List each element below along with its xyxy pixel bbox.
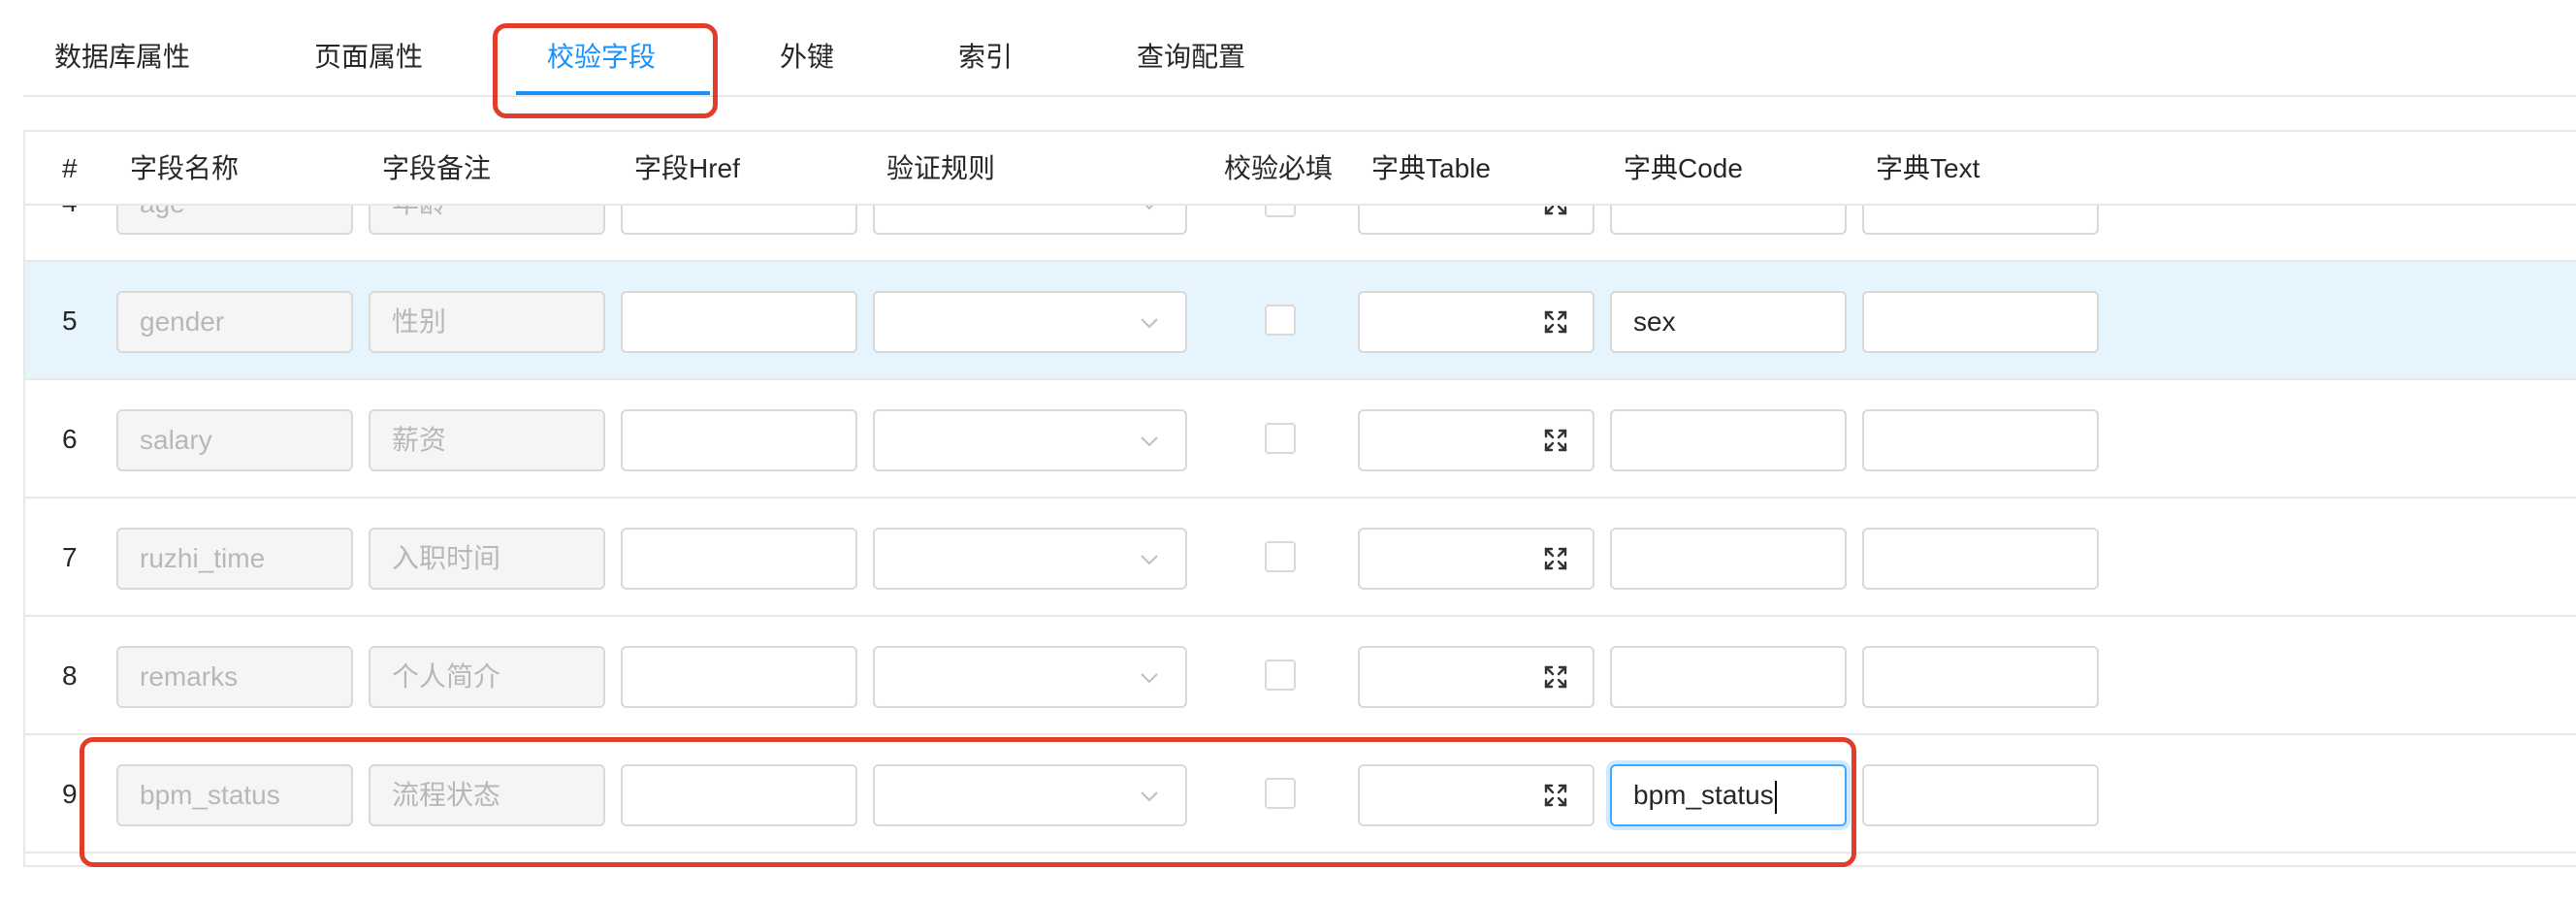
field-name-input: age bbox=[116, 206, 353, 235]
validation-rule-select[interactable] bbox=[873, 646, 1187, 708]
dict-code-value: bpm_status bbox=[1633, 780, 1774, 810]
table-row[interactable]: 9 bpm_status 流程状态 bpm_status bbox=[25, 735, 2576, 854]
expand-icon[interactable] bbox=[1542, 545, 1569, 572]
field-href-input[interactable] bbox=[621, 409, 857, 471]
field-href-input[interactable] bbox=[621, 646, 857, 708]
row-index: 6 bbox=[62, 424, 78, 454]
expand-icon[interactable] bbox=[1542, 308, 1569, 336]
dict-code-value: sex bbox=[1633, 306, 1676, 337]
required-checkbox[interactable] bbox=[1265, 206, 1296, 217]
dict-text-input[interactable] bbox=[1862, 646, 2099, 708]
required-checkbox[interactable] bbox=[1265, 660, 1296, 691]
field-comment-input: 流程状态 bbox=[369, 764, 605, 826]
field-name-input: salary bbox=[116, 409, 353, 471]
table-header: # 字段名称 字段备注 字段Href 验证规则 校验必填 字典Table 字典C… bbox=[25, 132, 2576, 206]
chevron-down-icon bbox=[1141, 318, 1158, 329]
expand-icon[interactable] bbox=[1542, 427, 1569, 454]
chevron-down-icon bbox=[1141, 791, 1158, 802]
dict-text-input[interactable] bbox=[1862, 409, 2099, 471]
tab-page-properties[interactable]: 页面属性 bbox=[314, 37, 423, 78]
required-checkbox[interactable] bbox=[1265, 541, 1296, 572]
field-href-input[interactable] bbox=[621, 764, 857, 826]
field-name-input: remarks bbox=[116, 646, 353, 708]
table-row[interactable]: 8 remarks 个人简介 bbox=[25, 617, 2576, 735]
text-caret bbox=[1774, 780, 1777, 814]
row-index: 9 bbox=[62, 779, 78, 809]
table-row[interactable]: 6 salary 薪资 bbox=[25, 380, 2576, 499]
row-index: 5 bbox=[62, 306, 78, 336]
fields-table: # 字段名称 字段备注 字段Href 验证规则 校验必填 字典Table 字典C… bbox=[23, 130, 2576, 867]
dict-table-input[interactable] bbox=[1358, 646, 1594, 708]
validation-rule-select[interactable] bbox=[873, 528, 1187, 590]
page: 数据库属性 页面属性 校验字段 外键 索引 查询配置 # 字段名称 字段备注 字… bbox=[0, 0, 2576, 902]
active-tab-indicator bbox=[516, 91, 710, 95]
validation-rule-select[interactable] bbox=[873, 409, 1187, 471]
table-row[interactable]: 4 age 年龄 bbox=[25, 206, 2576, 262]
dict-text-input[interactable] bbox=[1862, 764, 2099, 826]
col-header-index: # bbox=[62, 153, 78, 183]
tab-query-config[interactable]: 查询配置 bbox=[1137, 37, 1245, 78]
dict-text-input[interactable] bbox=[1862, 528, 2099, 590]
dict-code-input[interactable] bbox=[1610, 646, 1847, 708]
table-row[interactable]: 7 ruzhi_time 入职时间 bbox=[25, 499, 2576, 617]
col-header-dict-table: 字典Table bbox=[1371, 153, 1491, 183]
field-comment-input: 性别 bbox=[369, 291, 605, 353]
dict-table-input[interactable] bbox=[1358, 528, 1594, 590]
field-name-input: bpm_status bbox=[116, 764, 353, 826]
field-comment-input: 入职时间 bbox=[369, 528, 605, 590]
chevron-down-icon bbox=[1141, 436, 1158, 447]
chevron-down-icon bbox=[1141, 555, 1158, 565]
table-body: 4 age 年龄 bbox=[25, 206, 2576, 865]
validation-rule-select[interactable] bbox=[873, 291, 1187, 353]
row-index: 8 bbox=[62, 660, 78, 691]
dict-table-input[interactable] bbox=[1358, 291, 1594, 353]
table-row[interactable]: 5 gender 性别 sex bbox=[25, 262, 2576, 380]
dict-code-input[interactable] bbox=[1610, 409, 1847, 471]
validation-rule-select[interactable] bbox=[873, 764, 1187, 826]
field-comment-input: 个人简介 bbox=[369, 646, 605, 708]
row-index: 7 bbox=[62, 542, 78, 572]
dict-code-input[interactable] bbox=[1610, 528, 1847, 590]
required-checkbox[interactable] bbox=[1265, 305, 1296, 336]
col-header-required: 校验必填 bbox=[1224, 153, 1334, 183]
dict-code-input[interactable]: sex bbox=[1610, 291, 1847, 353]
col-header-field-comment: 字段备注 bbox=[382, 153, 492, 183]
dict-text-input[interactable] bbox=[1862, 206, 2099, 235]
field-href-input[interactable] bbox=[621, 291, 857, 353]
field-comment-input: 年龄 bbox=[369, 206, 605, 235]
expand-icon[interactable] bbox=[1542, 206, 1569, 217]
dict-table-input[interactable] bbox=[1358, 764, 1594, 826]
field-href-input[interactable] bbox=[621, 528, 857, 590]
col-header-validation-rule: 验证规则 bbox=[886, 153, 996, 183]
col-header-field-name: 字段名称 bbox=[130, 153, 240, 183]
dict-text-input[interactable] bbox=[1862, 291, 2099, 353]
dict-table-input[interactable] bbox=[1358, 206, 1594, 235]
chevron-down-icon bbox=[1141, 673, 1158, 684]
required-checkbox[interactable] bbox=[1265, 423, 1296, 454]
field-name-input: ruzhi_time bbox=[116, 528, 353, 590]
tabs-bar: 数据库属性 页面属性 校验字段 外键 索引 查询配置 bbox=[23, 0, 2576, 97]
dict-code-input[interactable] bbox=[1610, 206, 1847, 235]
col-header-dict-text: 字典Text bbox=[1876, 153, 1980, 183]
field-href-input[interactable] bbox=[621, 206, 857, 235]
required-checkbox[interactable] bbox=[1265, 778, 1296, 809]
dict-code-input[interactable]: bpm_status bbox=[1610, 764, 1847, 826]
field-name-input: gender bbox=[116, 291, 353, 353]
tab-foreign-keys[interactable]: 外键 bbox=[780, 37, 834, 78]
tab-indexes[interactable]: 索引 bbox=[958, 37, 1013, 78]
row-index: 4 bbox=[62, 206, 78, 262]
field-comment-input: 薪资 bbox=[369, 409, 605, 471]
chevron-down-icon bbox=[1144, 206, 1154, 210]
validation-rule-select[interactable] bbox=[873, 206, 1187, 235]
tab-validation-fields[interactable]: 校验字段 bbox=[547, 37, 656, 78]
expand-icon[interactable] bbox=[1542, 782, 1569, 809]
dict-table-input[interactable] bbox=[1358, 409, 1594, 471]
col-header-dict-code: 字典Code bbox=[1624, 153, 1743, 183]
tab-db-properties[interactable]: 数据库属性 bbox=[54, 37, 190, 78]
expand-icon[interactable] bbox=[1542, 663, 1569, 691]
col-header-field-href: 字段Href bbox=[634, 153, 740, 183]
